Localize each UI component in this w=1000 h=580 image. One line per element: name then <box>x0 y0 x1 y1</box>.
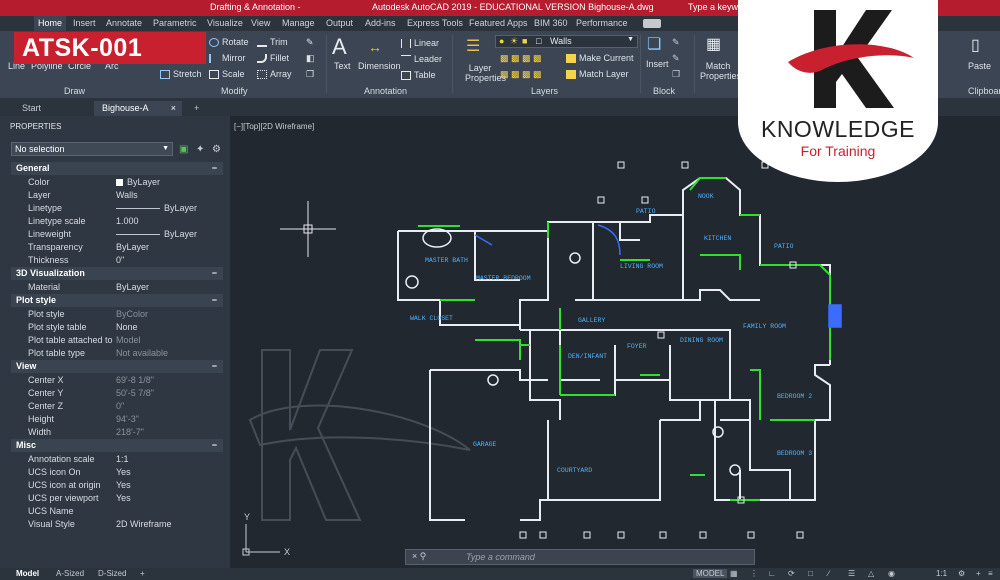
add-layout-button[interactable]: + <box>140 569 145 578</box>
logo-title: KNOWLEDGE <box>760 116 916 142</box>
customize-icon[interactable]: ≡ <box>988 569 993 578</box>
label-master-bath: MASTER BATH <box>425 257 468 264</box>
label-bedroom-3: BEDROOM 3 <box>777 450 812 457</box>
tab-d-sized[interactable]: D-Sized <box>98 569 126 578</box>
lineweight-icon[interactable]: ☰ <box>848 569 855 578</box>
ucs-y-label: Y <box>244 512 250 522</box>
osnap-icon[interactable]: □ <box>808 569 813 578</box>
command-input[interactable]: Type a command <box>466 552 535 562</box>
close-icon[interactable]: × ⚲ <box>412 551 426 562</box>
crosshair-cursor <box>280 201 336 257</box>
fixture-lines <box>418 177 831 501</box>
label-patio-right: PATIO <box>774 243 794 250</box>
workspace-icon[interactable]: ◉ <box>888 569 895 578</box>
label-den-infant: DEN/INFANT <box>568 353 607 360</box>
tab-model[interactable]: Model <box>16 569 39 578</box>
exterior-walls <box>397 177 831 521</box>
polar-icon[interactable]: ⟳ <box>788 569 795 578</box>
gear-icon[interactable]: ⚙ <box>958 569 965 578</box>
room-labels: PATIO NOOK KITCHEN PATIO LIVING ROOM MAS… <box>410 193 812 474</box>
logo-subtitle: For Training <box>800 143 876 159</box>
grid-icon[interactable]: ▦ <box>730 569 738 578</box>
tab-a-sized[interactable]: A-Sized <box>56 569 84 578</box>
label-garage: GARAGE <box>473 441 497 448</box>
ucs-icon <box>242 524 280 556</box>
snap-icon[interactable]: ⋮ <box>750 569 758 578</box>
command-line[interactable]: × ⚲ Type a command <box>405 549 755 565</box>
annotation-icon[interactable]: △ <box>868 569 874 578</box>
ortho-icon[interactable]: ∟ <box>768 569 776 578</box>
plus-icon[interactable]: + <box>976 569 981 578</box>
label-patio-top: PATIO <box>636 208 656 215</box>
label-living-room: LIVING ROOM <box>620 263 663 270</box>
label-gallery: GALLERY <box>578 317 605 324</box>
label-family-room: FAMILY ROOM <box>743 323 786 330</box>
k-logo-icon <box>788 10 914 108</box>
annotation-scale[interactable]: 1:1 <box>936 569 947 578</box>
label-foyer: FOYER <box>627 343 647 350</box>
model-space-button[interactable]: MODEL <box>693 569 728 578</box>
label-walk-closet: WALK CLOSET <box>410 315 453 322</box>
ucs-x-label: X <box>284 547 290 557</box>
autocad-window: Drafting & Annotation - Autodesk AutoCAD… <box>0 0 1000 580</box>
status-bar: Model A-Sized D-Sized + MODEL ▦ ⋮ ∟ ⟳ □ … <box>0 568 1000 580</box>
label-dining-room: DINING ROOM <box>680 337 723 344</box>
label-nook: NOOK <box>698 193 714 200</box>
bath-tub <box>405 228 741 476</box>
label-master-bedroom: MASTER BEDROOM <box>476 275 531 282</box>
label-kitchen: KITCHEN <box>704 235 731 242</box>
watermark-logo <box>248 349 471 521</box>
knowledge-for-training-logo: KNOWLEDGE For Training <box>738 0 938 182</box>
label-courtyard: COURTYARD <box>557 467 592 474</box>
label-bedroom-2: BEDROOM 2 <box>777 393 812 400</box>
otrack-icon[interactable]: ∕ <box>828 569 829 578</box>
